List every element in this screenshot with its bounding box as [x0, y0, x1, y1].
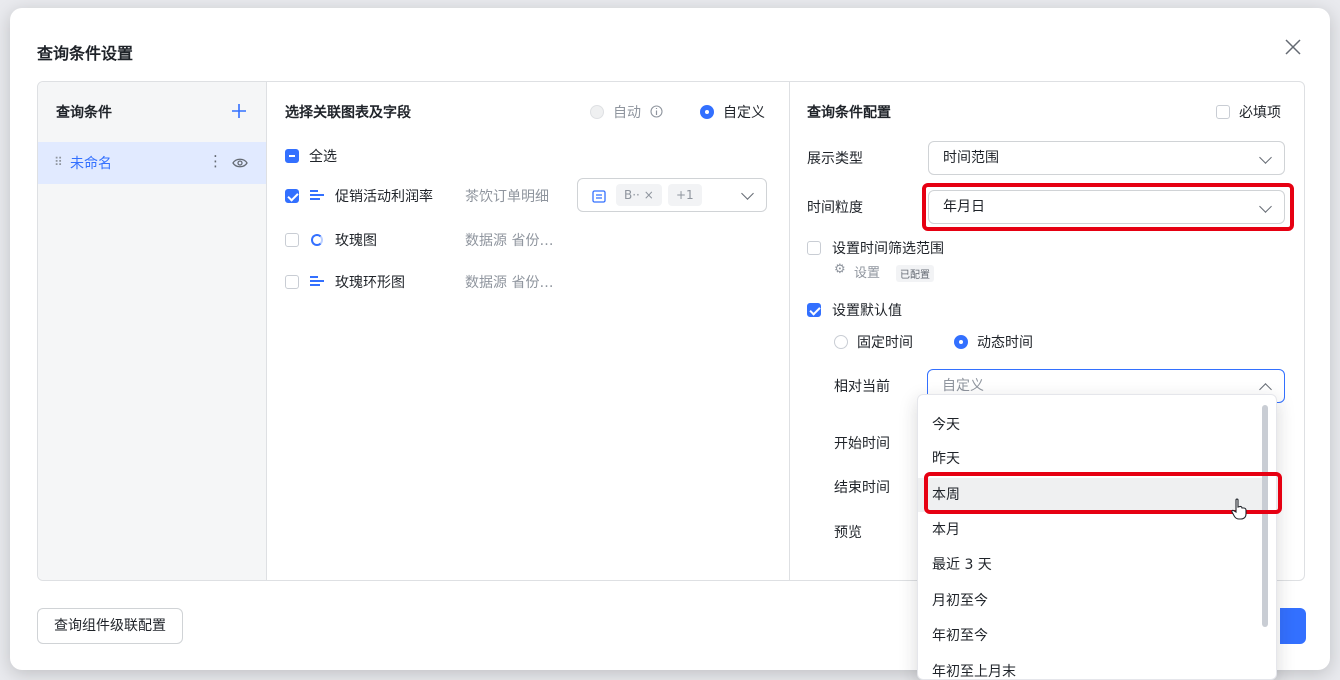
required-label: 必填项 [1239, 105, 1281, 121]
auto-radio[interactable] [590, 105, 604, 119]
row-checkbox[interactable] [285, 275, 299, 289]
chevron-down-icon [741, 187, 754, 200]
start-time-label: 开始时间 [834, 436, 890, 452]
select-all-label: 全选 [309, 149, 337, 165]
condition-item[interactable]: ⠿ 未命名 ⋮ [38, 142, 266, 184]
chart-source: 数据源 省份… [465, 233, 554, 249]
default-value-checkbox[interactable] [807, 303, 821, 317]
filter-range-checkbox[interactable] [807, 241, 821, 255]
fields-column: 选择关联图表及字段 自动 自定义 全选 促销活动利润率 茶饮订单明细 B·· ×… [267, 82, 790, 580]
dropdown-option[interactable]: 年初至上月末 [918, 655, 1262, 679]
highlight-box [924, 472, 1282, 514]
close-icon[interactable] [1284, 38, 1302, 56]
fields-header: 选择关联图表及字段 [285, 105, 411, 121]
relative-label: 相对当前 [834, 379, 890, 395]
confirm-button[interactable] [1280, 608, 1306, 644]
dynamic-time-radio[interactable] [954, 335, 968, 349]
more-icon[interactable]: ⋮ [208, 152, 223, 170]
settings-icon[interactable]: ⚙ [834, 262, 846, 277]
dropdown-option[interactable]: 最近 3 天 [918, 548, 1262, 582]
cascade-config-button[interactable]: 查询组件级联配置 [37, 608, 183, 644]
custom-radio[interactable] [700, 105, 714, 119]
hand-cursor-icon [1231, 498, 1247, 520]
select-all-checkbox[interactable] [285, 149, 299, 163]
dropdown-option[interactable]: 月初至今 [918, 584, 1262, 618]
dialog-title: 查询条件设置 [37, 44, 134, 63]
display-type-label: 展示类型 [807, 151, 863, 167]
row-checkbox[interactable] [285, 189, 299, 203]
filter-range-label: 设置时间筛选范围 [832, 241, 944, 257]
field-tag-label: B·· [624, 188, 640, 202]
conditions-header: 查询条件 [56, 105, 112, 121]
end-time-label: 结束时间 [834, 480, 890, 496]
settings-link[interactable]: 设置 [854, 262, 880, 281]
bar-chart-icon [310, 276, 324, 288]
chart-name: 玫瑰环形图 [335, 275, 405, 291]
field-select[interactable]: B·· × +1 [577, 178, 767, 212]
dropdown-option[interactable]: 年初至今 [918, 619, 1262, 653]
default-value-label: 设置默认值 [832, 303, 902, 319]
bar-chart-icon [310, 190, 324, 202]
field-tag[interactable]: B·· × [616, 184, 662, 206]
chart-name: 促销活动利润率 [335, 189, 433, 205]
configured-badge: 已配置 [896, 265, 934, 282]
calendar-icon [592, 190, 606, 203]
granularity-label: 时间粒度 [807, 200, 863, 216]
dropdown-option[interactable]: 今天 [918, 408, 1262, 442]
fixed-time-label: 固定时间 [857, 335, 913, 351]
add-icon[interactable] [231, 103, 247, 119]
chart-name: 玫瑰图 [335, 233, 377, 249]
chevron-down-icon [1259, 151, 1272, 164]
display-type-value: 时间范围 [943, 150, 999, 166]
auto-label: 自动 [613, 105, 641, 121]
dropdown-option[interactable]: 本月 [918, 513, 1262, 547]
custom-label: 自定义 [723, 105, 765, 121]
info-icon[interactable] [650, 105, 663, 118]
condition-item-label: 未命名 [70, 156, 112, 172]
row-checkbox[interactable] [285, 233, 299, 247]
rose-chart-icon [311, 234, 323, 246]
highlight-box [922, 183, 1294, 231]
preview-label: 预览 [834, 525, 862, 541]
dropdown-option[interactable]: 昨天 [918, 442, 1262, 476]
relative-select-value: 自定义 [942, 378, 984, 394]
chart-source: 数据源 省份… [465, 275, 554, 291]
dropdown-scrollbar[interactable] [1262, 405, 1268, 627]
fixed-time-radio[interactable] [834, 335, 848, 349]
dynamic-time-label: 动态时间 [977, 335, 1033, 351]
config-header: 查询条件配置 [807, 105, 891, 121]
drag-handle-icon[interactable]: ⠿ [54, 155, 63, 169]
eye-icon[interactable] [232, 157, 248, 169]
conditions-column: 查询条件 ⠿ 未命名 ⋮ [38, 82, 267, 580]
required-checkbox[interactable] [1216, 105, 1230, 119]
display-type-select[interactable]: 时间范围 [928, 141, 1285, 175]
more-fields-tag[interactable]: +1 [668, 184, 702, 206]
chart-source: 茶饮订单明细 [465, 189, 549, 205]
relative-time-dropdown: 今天 昨天 本周 本月 最近 3 天 月初至今 年初至今 年初至上月末 [917, 394, 1277, 680]
